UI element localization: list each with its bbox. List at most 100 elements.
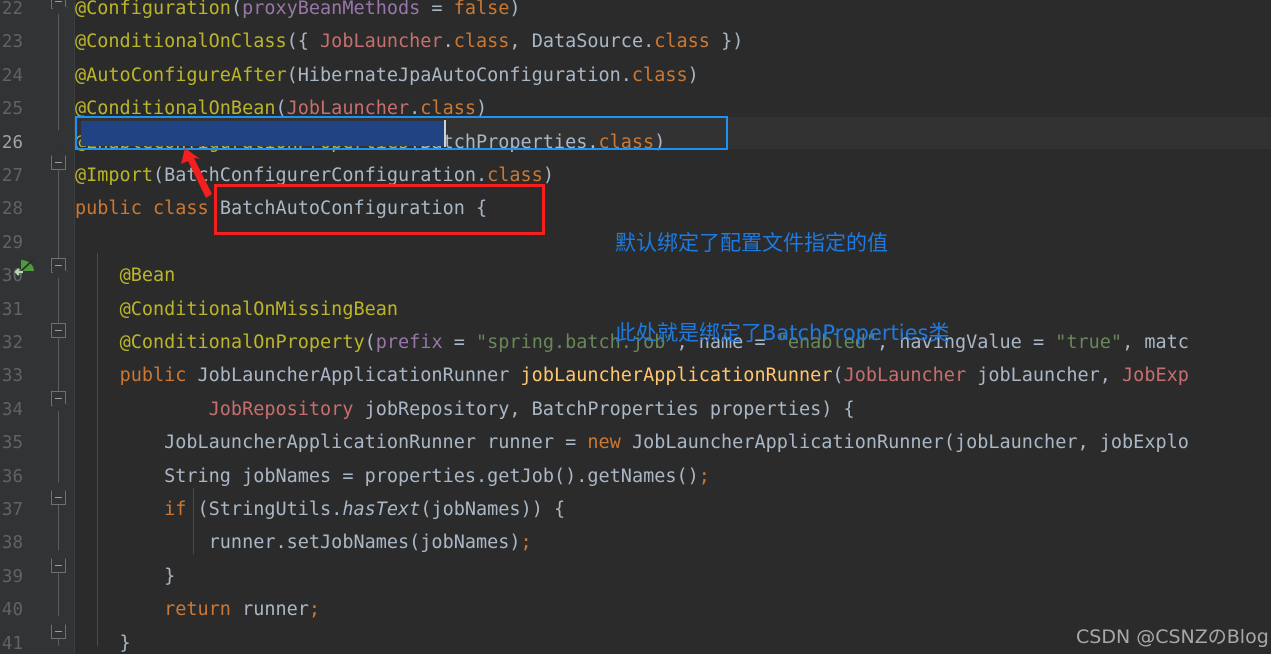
code-token: ( (275, 98, 287, 120)
code-token: StringUtils (208, 499, 332, 520)
code-token: ( (409, 532, 421, 554)
code-token: , (1122, 332, 1145, 353)
fold-minus-icon[interactable] (51, 323, 66, 338)
code-token: "true" (1055, 332, 1123, 353)
line-number: 40 (1, 600, 23, 621)
code-token: @ConditionalOnBean (75, 98, 276, 120)
code-token: runner (208, 532, 276, 554)
code-line[interactable]: } (75, 566, 175, 587)
code-token: BatchAutoConfiguration (219, 198, 465, 220)
code-token: @ConditionalOnProperty (119, 332, 365, 353)
code-token: jobRepository (364, 398, 510, 420)
code-token: @Import (75, 165, 153, 186)
code-token: = (331, 465, 365, 487)
code-line[interactable]: public class BatchAutoConfiguration { (75, 198, 487, 219)
code-token: @AutoConfigureAfter (75, 64, 287, 86)
code-token: hasText (342, 499, 421, 520)
fold-region-line (58, 10, 59, 130)
code-token: ; (308, 599, 321, 621)
fold-minus-icon[interactable] (51, 624, 66, 639)
line-number: 38 (1, 533, 23, 554)
code-line[interactable]: if (StringUtils.hasText(jobNames)) { (75, 499, 565, 520)
code-token: runner (487, 432, 554, 454)
code-token: HibernateJpaAutoConfiguration (297, 64, 621, 86)
code-line[interactable]: @AutoConfigureAfter(HibernateJpaAutoConf… (75, 65, 699, 86)
code-line[interactable]: @Import(BatchConfigurerConfiguration.cla… (75, 165, 554, 186)
code-token: { (464, 198, 488, 220)
code-token: DataSource (531, 31, 644, 53)
code-token: BatchConfigurerConfiguration (164, 165, 476, 186)
code-line[interactable]: @Configuration(proxyBeanMethods = false) (75, 0, 521, 19)
code-token: ( (420, 499, 432, 520)
code-token: prefix (375, 332, 443, 353)
code-line[interactable]: @Bean (75, 265, 176, 287)
run-gutter-icon[interactable] (14, 257, 36, 277)
fold-minus-icon[interactable] (51, 0, 66, 9)
line-number: 23 (1, 32, 23, 53)
code-token: JobLauncher (320, 31, 443, 53)
fold-minus-icon[interactable] (51, 391, 66, 406)
code-token: getJob (487, 465, 554, 487)
code-token: . (475, 165, 488, 186)
code-token: . (409, 98, 421, 120)
code-token: @ConditionalOnClass (75, 31, 287, 53)
code-token: ( (943, 432, 955, 454)
code-token: , (1077, 432, 1100, 454)
fold-minus-icon[interactable] (51, 490, 66, 505)
code-token: (). (553, 465, 588, 487)
code-line[interactable]: String jobNames = properties.getJob().ge… (75, 466, 710, 487)
code-token: } (75, 632, 131, 654)
code-token: ; (520, 532, 532, 554)
code-token: public (119, 365, 187, 387)
line-number: 37 (1, 500, 23, 520)
code-token: . (275, 532, 287, 554)
code-line[interactable]: @ConditionalOnBean(JobLauncher.class) (75, 98, 487, 119)
code-token: ; (698, 465, 710, 487)
code-editor-window: 22 23 24 25 26 27 28 29 30 31 32 33 34 35 36 37 38 39 40 41… (0, 0, 1271, 654)
line-number: 31 (1, 299, 23, 320)
line-number: 28 (1, 199, 23, 220)
code-line[interactable]: return runner; (75, 599, 320, 620)
code-token: if (164, 499, 187, 520)
code-token: @Configuration (75, 0, 231, 19)
code-line[interactable]: @ConditionalOnMissingBean (75, 299, 398, 320)
code-token: . (442, 31, 454, 53)
fold-minus-icon[interactable] (51, 558, 66, 573)
code-token: JobLauncherApplicationRunner (164, 432, 476, 454)
code-token: . (331, 499, 343, 520)
code-line[interactable]: @ConditionalOnClass({ JobLauncher.class,… (75, 31, 743, 52)
fold-minus-icon[interactable] (51, 155, 66, 170)
code-line[interactable]: } (75, 633, 131, 654)
code-token: jobExplo (1099, 432, 1189, 454)
code-token: ) (509, 532, 521, 554)
code-token: }) (709, 31, 744, 53)
line-number: 24 (1, 65, 23, 86)
code-token: ) (476, 98, 488, 120)
code-token: ) (509, 0, 521, 19)
line-number: 32 (1, 333, 23, 353)
code-line[interactable]: JobLauncherApplicationRunner runner = ne… (75, 432, 1189, 453)
code-token: runner (242, 599, 309, 621)
code-token: setJobNames (286, 532, 410, 554)
code-token: class (654, 31, 710, 53)
code-token: ) (687, 64, 699, 86)
code-token: JobExp (1122, 365, 1189, 387)
selection-highlight (81, 121, 445, 146)
fold-minus-icon[interactable] (51, 258, 66, 273)
code-token: JobRepository (208, 398, 354, 420)
code-token: @Bean (119, 265, 176, 287)
code-token: ( (364, 332, 376, 353)
code-line[interactable]: runner.setJobNames(jobNames); (75, 532, 532, 553)
